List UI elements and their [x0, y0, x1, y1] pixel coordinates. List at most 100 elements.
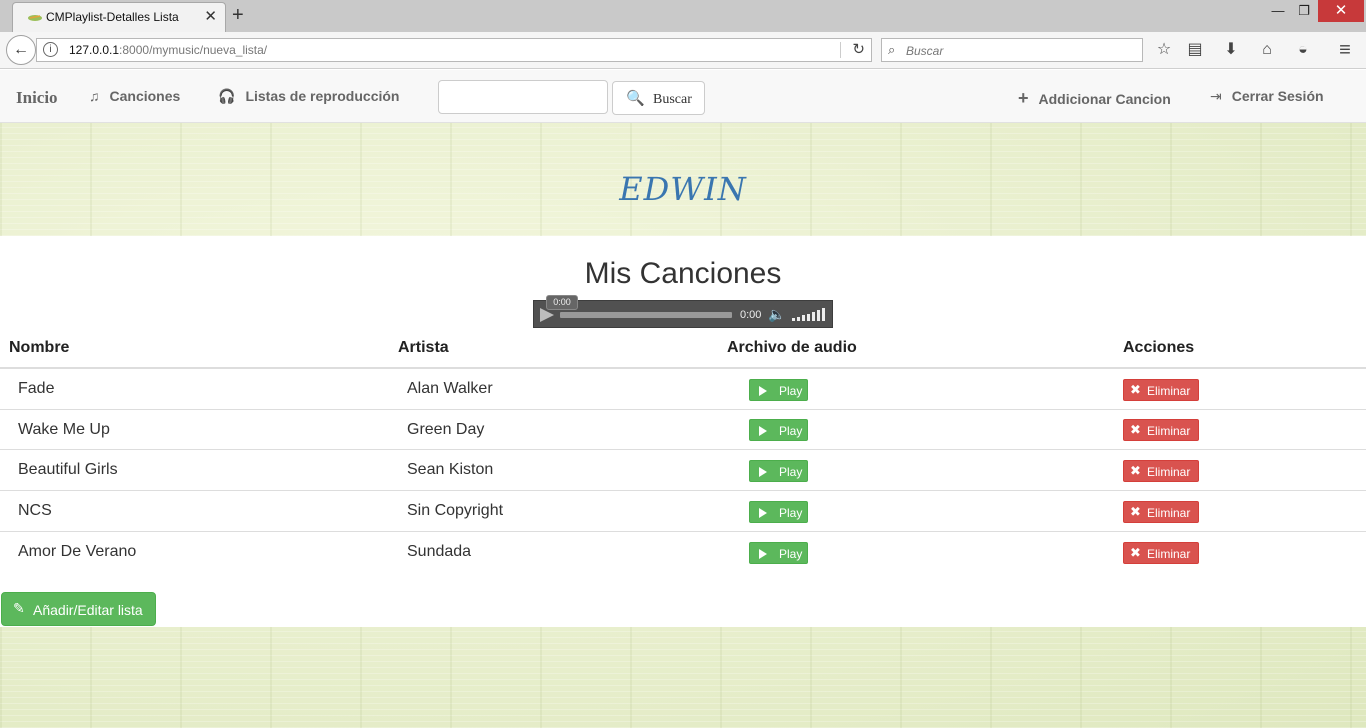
home-icon[interactable]: ⌂ — [1256, 40, 1278, 62]
search-placeholder: Buscar — [906, 44, 944, 58]
row-divider — [0, 531, 1366, 532]
song-artist: Sean Kiston — [407, 461, 494, 478]
nav-add-song-label: Addicionar Cancion — [1038, 91, 1171, 107]
delete-label: Eliminar — [1147, 506, 1191, 520]
song-name: Fade — [18, 380, 55, 397]
site-info-icon[interactable]: i — [43, 42, 58, 57]
volume-slider[interactable] — [792, 307, 828, 323]
url-host: 127.0.0.1 — [69, 43, 120, 57]
search-button-label: Buscar — [653, 92, 692, 107]
delete-button[interactable]: ✖ Eliminar — [1123, 501, 1199, 523]
delete-label: Eliminar — [1147, 424, 1191, 438]
nav-songs-link[interactable]: ♫ Canciones — [89, 88, 180, 104]
plus-icon: + — [1018, 88, 1029, 108]
play-icon — [759, 549, 767, 559]
column-header-name: Nombre — [9, 339, 70, 356]
delete-label: Eliminar — [1147, 547, 1191, 561]
column-header-artist: Artista — [398, 339, 449, 356]
tab-close-icon[interactable]: ✕ — [204, 9, 217, 25]
play-button[interactable]: Play — [749, 460, 808, 482]
nav-add-song-link[interactable]: + Addicionar Cancion — [1018, 88, 1171, 109]
song-search-input[interactable] — [438, 80, 608, 114]
new-tab-button[interactable]: + — [232, 4, 244, 26]
audio-time: 0:00 — [740, 309, 762, 321]
pocket-icon[interactable]: ◒ — [1292, 40, 1314, 62]
song-artist: Alan Walker — [407, 380, 493, 397]
remove-icon: ✖ — [1130, 504, 1141, 519]
play-label: Play — [779, 424, 803, 438]
url-text[interactable]: 127.0.0.1:8000/mymusic/nueva_lista/ — [69, 43, 267, 57]
column-header-audio: Archivo de audio — [727, 339, 857, 356]
panel-title: Mis Canciones — [584, 257, 782, 290]
back-button[interactable]: ← — [6, 35, 36, 65]
play-button[interactable]: Play — [749, 419, 808, 441]
column-header-actions: Acciones — [1123, 339, 1195, 356]
play-button[interactable]: Play — [749, 379, 808, 401]
nav-playlists-link[interactable]: 🎧 Listas de reproducción — [218, 88, 399, 105]
play-icon — [759, 426, 767, 436]
song-artist: Green Day — [407, 421, 485, 438]
play-icon — [759, 508, 767, 518]
reload-icon[interactable]: ↻ — [852, 40, 865, 58]
play-icon — [759, 467, 767, 477]
volume-mute-icon[interactable]: 🔈 — [768, 306, 785, 323]
library-icon[interactable]: ▤ — [1184, 40, 1206, 62]
remove-icon: ✖ — [1130, 463, 1141, 478]
browser-tab[interactable]: CMPlaylist-Detalles Lista ✕ — [12, 2, 226, 32]
nav-logout-link[interactable]: ⇥ Cerrar Sesión — [1210, 88, 1324, 105]
delete-button[interactable]: ✖ Eliminar — [1123, 542, 1199, 564]
audio-seek-bar[interactable] — [560, 312, 732, 318]
address-bar[interactable]: i 127.0.0.1:8000/mymusic/nueva_lista/ ↻ — [36, 38, 872, 62]
song-artist: Sundada — [407, 543, 472, 560]
favicon-icon — [28, 15, 42, 21]
row-divider — [0, 490, 1366, 491]
edit-playlist-label: Añadir/Editar lista — [33, 602, 143, 618]
row-divider — [0, 409, 1366, 410]
table-header-divider — [0, 367, 1366, 369]
remove-icon: ✖ — [1130, 545, 1141, 560]
delete-label: Eliminar — [1147, 384, 1191, 398]
headphones-icon: 🎧 — [218, 88, 236, 104]
play-button[interactable]: Play — [749, 501, 808, 523]
pencil-icon: ✎ — [13, 600, 25, 616]
search-icon: ⌕ — [888, 42, 896, 57]
magnifier-icon: 🔍 — [626, 91, 645, 107]
song-artist: Sin Copyright — [407, 502, 504, 519]
close-window-button[interactable]: ✕ — [1318, 0, 1364, 22]
user-name-title: EDWIN — [619, 170, 747, 208]
nav-logout-label: Cerrar Sesión — [1231, 88, 1324, 104]
maximize-button[interactable]: ❐ — [1288, 0, 1320, 22]
audio-play-icon[interactable] — [540, 308, 554, 322]
nav-playlists-label: Listas de reproducción — [245, 88, 400, 104]
row-divider — [0, 449, 1366, 450]
song-name: Beautiful Girls — [18, 461, 118, 478]
browser-search-input[interactable]: ⌕ Buscar — [881, 38, 1143, 62]
edit-playlist-button[interactable]: ✎ Añadir/Editar lista — [1, 592, 156, 626]
delete-label: Eliminar — [1147, 465, 1191, 479]
play-label: Play — [779, 547, 803, 561]
delete-button[interactable]: ✖ Eliminar — [1123, 419, 1199, 441]
remove-icon: ✖ — [1130, 382, 1141, 397]
tab-title: CMPlaylist-Detalles Lista — [46, 10, 179, 24]
logout-icon: ⇥ — [1210, 88, 1222, 104]
search-button[interactable]: 🔍 Buscar — [612, 81, 705, 115]
play-label: Play — [779, 506, 803, 520]
delete-button[interactable]: ✖ Eliminar — [1123, 379, 1199, 401]
music-note-icon: ♫ — [89, 88, 100, 104]
delete-button[interactable]: ✖ Eliminar — [1123, 460, 1199, 482]
song-name: NCS — [18, 502, 52, 519]
bookmark-star-icon[interactable]: ☆ — [1153, 40, 1175, 62]
audio-time-tooltip: 0:00 — [546, 295, 578, 310]
menu-icon[interactable]: ≡ — [1334, 40, 1356, 62]
song-name: Wake Me Up — [18, 421, 110, 438]
play-label: Play — [779, 465, 803, 479]
nav-songs-label: Canciones — [109, 88, 181, 104]
play-button[interactable]: Play — [749, 542, 808, 564]
brand-home-link[interactable]: Inicio — [16, 88, 58, 108]
download-icon[interactable]: ⬇ — [1220, 40, 1242, 62]
browser-tab-strip: CMPlaylist-Detalles Lista ✕ + — ❐ ✕ — [0, 0, 1366, 32]
play-icon — [759, 386, 767, 396]
remove-icon: ✖ — [1130, 422, 1141, 437]
audio-player: 0:00 🔈 — [533, 300, 833, 328]
url-path: :8000/mymusic/nueva_lista/ — [119, 43, 268, 57]
